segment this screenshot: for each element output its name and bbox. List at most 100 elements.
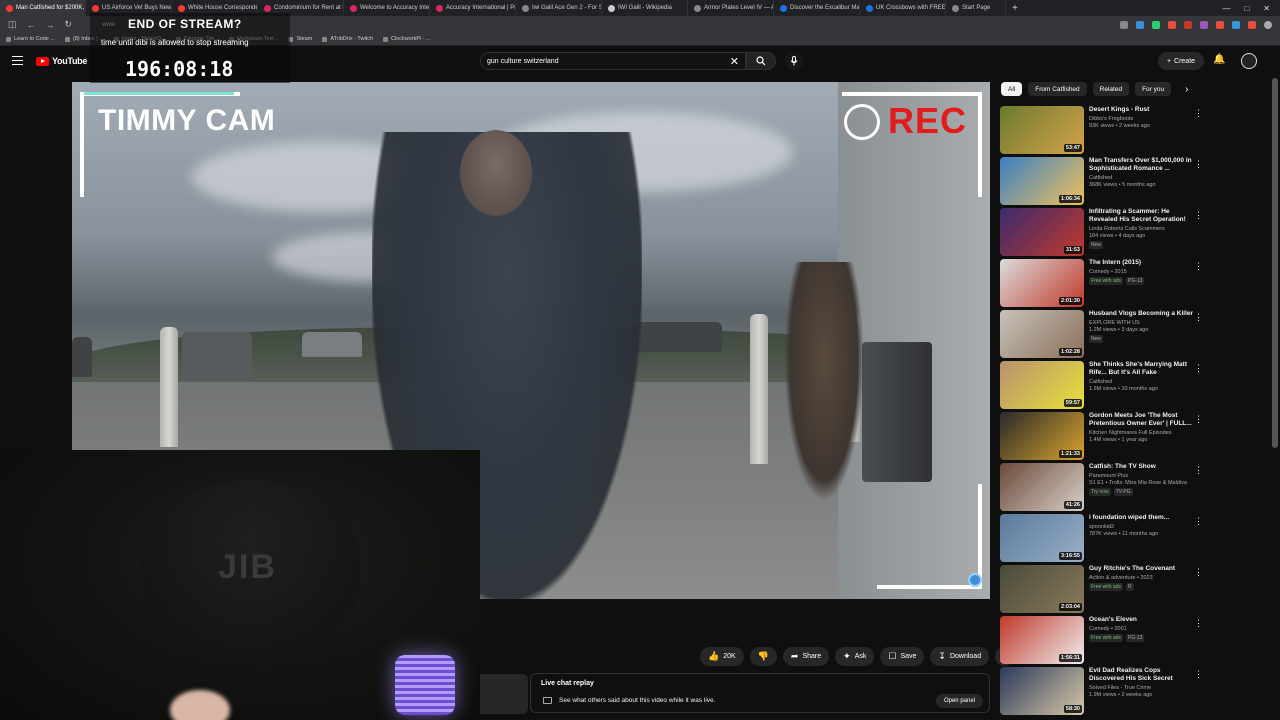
recommendation-title[interactable]: Catfish: The TV Show bbox=[1089, 463, 1197, 471]
recommendation-thumbnail[interactable]: 3:16:55 bbox=[1000, 514, 1084, 562]
more-vertical-icon[interactable]: ⋮ bbox=[1194, 159, 1203, 170]
search-button[interactable] bbox=[746, 52, 776, 70]
dislike-button[interactable]: 👎 bbox=[749, 646, 777, 666]
bookmark-item[interactable]: ClockworkPi - ... bbox=[383, 36, 431, 42]
recommendation-item[interactable]: 1:06:34 Man Transfers Over $1,000,000 In … bbox=[1000, 157, 1272, 208]
minimize-icon[interactable]: — bbox=[1222, 4, 1230, 13]
recommendation-channel[interactable]: EXPLORE WITH US bbox=[1089, 320, 1197, 326]
filter-chip[interactable]: From Catfished bbox=[1028, 82, 1087, 96]
like-button[interactable]: 👍 20K bbox=[700, 646, 744, 666]
recommendation-channel[interactable]: Kitchen Nightmares Full Episodes bbox=[1089, 430, 1197, 436]
more-vertical-icon[interactable]: ⋮ bbox=[1194, 567, 1203, 578]
recommendation-thumbnail[interactable]: 1:06:34 bbox=[1000, 157, 1084, 205]
recommendation-item[interactable]: 59:57 She Thinks She's Marrying Matt Rife… bbox=[1000, 361, 1272, 412]
recommendation-item[interactable]: 1:56:31 Ocean's Eleven Comedy • 2001 Free w… bbox=[1000, 616, 1272, 667]
recommendation-item[interactable]: 31:53 Infiltrating a Scammer: He Revealed… bbox=[1000, 208, 1272, 259]
maximize-icon[interactable]: □ bbox=[1244, 4, 1249, 13]
recommendation-thumbnail[interactable]: 53:47 bbox=[1000, 106, 1084, 154]
page-scrollbar[interactable] bbox=[1272, 78, 1278, 448]
recommendation-title[interactable]: Gordon Meets Joe 'The Most Pretentious O… bbox=[1089, 412, 1197, 428]
extension-icon[interactable] bbox=[1200, 20, 1208, 29]
recommendation-item[interactable]: 41:26 Catfish: The TV Show Paramount Plus S… bbox=[1000, 463, 1272, 514]
browser-tab[interactable]: Iwi Galil Ace Gen 2 - For Sa... bbox=[516, 0, 602, 16]
extension-icon[interactable] bbox=[1152, 20, 1160, 29]
recommendation-title[interactable]: Husband Vlogs Becoming a Killer bbox=[1089, 310, 1197, 318]
browser-tab[interactable]: Welcome to Accuracy Inter... bbox=[344, 0, 430, 16]
more-vertical-icon[interactable]: ⋮ bbox=[1194, 669, 1203, 680]
back-icon[interactable]: ← bbox=[27, 20, 36, 30]
recommendation-channel[interactable]: Comedy • 2015 bbox=[1089, 269, 1197, 275]
voice-search-button[interactable] bbox=[785, 52, 803, 70]
more-vertical-icon[interactable]: ⋮ bbox=[1194, 465, 1203, 476]
clear-search-icon[interactable]: ✕ bbox=[730, 55, 739, 68]
recommendation-item[interactable]: 3:16:55 i foundation wiped them... spoonki… bbox=[1000, 514, 1272, 565]
save-button[interactable]: ☐ Save bbox=[880, 646, 925, 666]
recommendation-channel[interactable]: Paramount Plus bbox=[1089, 473, 1197, 479]
browser-tab[interactable]: Discover the Excalibur Mag... bbox=[774, 0, 860, 16]
recommendation-item[interactable]: 58:30 Evil Dad Realizes Cops Discovered H… bbox=[1000, 667, 1272, 718]
search-input[interactable]: gun culture switzerland ✕ bbox=[480, 52, 746, 70]
recommendation-title[interactable]: Ocean's Eleven bbox=[1089, 616, 1197, 624]
filter-chip[interactable]: For you bbox=[1135, 82, 1172, 96]
new-tab-button[interactable]: + bbox=[1006, 3, 1024, 14]
recommendation-channel[interactable]: Solved Files - True Crime bbox=[1089, 685, 1197, 691]
recommendation-title[interactable]: Desert Kings - Rust bbox=[1089, 106, 1197, 114]
recommendation-channel[interactable]: spoonkid2 bbox=[1089, 524, 1197, 530]
recommendation-title[interactable]: She Thinks She's Marrying Matt Rife... B… bbox=[1089, 361, 1197, 377]
more-vertical-icon[interactable]: ⋮ bbox=[1194, 261, 1203, 272]
extension-icon[interactable] bbox=[1248, 20, 1256, 29]
recommendation-channel[interactable]: Action & adventure • 2023 bbox=[1089, 575, 1197, 581]
recommendation-item[interactable]: 2:01:30 The Intern (2015) Comedy • 2015 Fre… bbox=[1000, 259, 1272, 310]
chevron-right-icon[interactable]: › bbox=[1185, 84, 1188, 95]
account-avatar[interactable] bbox=[1241, 53, 1257, 69]
download-icon[interactable] bbox=[1120, 20, 1128, 29]
recommendation-channel[interactable]: Dibbs's Frogboots bbox=[1089, 116, 1197, 122]
ask-button[interactable]: ✦ Ask bbox=[835, 646, 875, 666]
more-vertical-icon[interactable]: ⋮ bbox=[1194, 414, 1203, 425]
recommendation-title[interactable]: The Intern (2015) bbox=[1089, 259, 1197, 267]
profile-icon[interactable] bbox=[1264, 20, 1272, 29]
more-vertical-icon[interactable]: ⋮ bbox=[1194, 516, 1203, 527]
extension-icon[interactable] bbox=[1184, 20, 1192, 29]
browser-tab[interactable]: Man Catfished for $200K, Y... bbox=[0, 0, 86, 16]
recommendation-title[interactable]: Evil Dad Realizes Cops Discovered His Si… bbox=[1089, 667, 1197, 683]
create-button[interactable]: + Create bbox=[1158, 52, 1204, 70]
recommendation-channel[interactable]: Catfished bbox=[1089, 379, 1197, 385]
recommendation-item[interactable]: 2:03:04 Guy Ritchie's The Covenant Action … bbox=[1000, 565, 1272, 616]
recommendation-channel[interactable]: Comedy • 2001 bbox=[1089, 626, 1197, 632]
close-window-icon[interactable]: ✕ bbox=[1263, 4, 1270, 13]
download-button[interactable]: ↧ Download bbox=[930, 646, 990, 666]
filter-chip[interactable]: All bbox=[1001, 82, 1023, 96]
more-vertical-icon[interactable]: ⋮ bbox=[1194, 210, 1203, 221]
bookmark-item[interactable]: ATribDrix - Twitch bbox=[322, 36, 373, 42]
filter-chip[interactable]: Related bbox=[1092, 82, 1130, 96]
recommendation-thumbnail[interactable]: 41:26 bbox=[1000, 463, 1084, 511]
browser-tab[interactable]: Accuracy International | Pre... bbox=[430, 0, 516, 16]
extension-icon[interactable] bbox=[1232, 20, 1240, 29]
recommendation-title[interactable]: Infiltrating a Scammer: He Revealed His … bbox=[1089, 208, 1197, 224]
more-vertical-icon[interactable]: ⋮ bbox=[1194, 363, 1203, 374]
browser-tab[interactable]: Start Page bbox=[946, 0, 1006, 16]
recommendation-thumbnail[interactable]: 1:56:31 bbox=[1000, 616, 1084, 664]
recommendation-title[interactable]: Man Transfers Over $1,000,000 In Sophist… bbox=[1089, 157, 1197, 173]
more-vertical-icon[interactable]: ⋮ bbox=[1194, 108, 1203, 119]
recommendation-item[interactable]: 53:47 Desert Kings - Rust Dibbs's Frogboot… bbox=[1000, 106, 1272, 157]
browser-tab[interactable]: UK Crossbows with FREE Cr... bbox=[860, 0, 946, 16]
recommendation-title[interactable]: Guy Ritchie's The Covenant bbox=[1089, 565, 1197, 573]
player-indicator-icon[interactable] bbox=[968, 573, 982, 587]
extension-icon[interactable] bbox=[1216, 20, 1224, 29]
recommendation-channel[interactable]: Linda Roberts Calls Scammers bbox=[1089, 226, 1197, 232]
menu-icon[interactable] bbox=[12, 56, 23, 65]
recommendation-thumbnail[interactable]: 1:21:33 bbox=[1000, 412, 1084, 460]
browser-tab[interactable]: Armor Plates Level IV — At... bbox=[688, 0, 774, 16]
recommendation-thumbnail[interactable]: 31:53 bbox=[1000, 208, 1084, 256]
share-button[interactable]: ➦ Share bbox=[782, 646, 830, 666]
notifications-bell-icon[interactable]: 🔔 bbox=[1213, 54, 1225, 65]
sidebar-toggle-icon[interactable]: ◫ bbox=[8, 19, 17, 30]
recommendation-thumbnail[interactable]: 1:02:28 bbox=[1000, 310, 1084, 358]
recommendation-thumbnail[interactable]: 2:03:04 bbox=[1000, 565, 1084, 613]
recommendation-thumbnail[interactable]: 2:01:30 bbox=[1000, 259, 1084, 307]
bookmark-item[interactable]: Steam bbox=[288, 36, 312, 42]
forward-icon[interactable]: → bbox=[46, 20, 55, 30]
extension-icon[interactable] bbox=[1136, 20, 1144, 29]
